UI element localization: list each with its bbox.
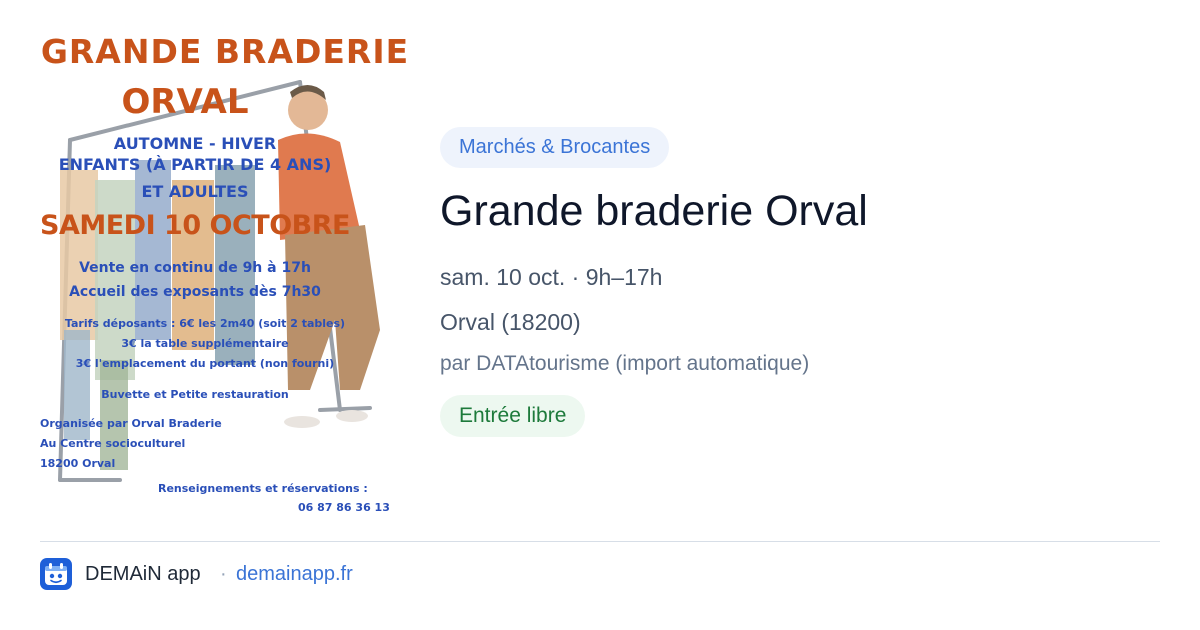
poster-season: AUTOMNE - HIVER	[113, 134, 277, 153]
demain-app-logo-icon	[40, 558, 72, 590]
site-link[interactable]: demainapp.fr	[236, 563, 353, 586]
footer-divider	[40, 541, 1160, 542]
poster-rates: Tarifs déposants : 6€ les 2m40 (soit 2 t…	[64, 317, 346, 330]
footer-separator: ·	[220, 563, 227, 585]
event-location: Orval (18200)	[440, 309, 581, 335]
price-badge: Entrée libre	[440, 395, 586, 437]
poster-refreshments: Buvette et Petite restauration	[101, 388, 289, 401]
poster-audience: ENFANTS (À PARTIR DE 4 ANS)	[58, 155, 332, 174]
event-poster-image: GRANDE BRADERIE ORVAL AUTOMNE - HIVER EN…	[40, 30, 410, 522]
event-source: par DATAtourisme (import automatique)	[440, 352, 810, 375]
event-title[interactable]: Grande braderie Orval	[440, 185, 868, 237]
poster-audience-adults: ET ADULTES	[141, 182, 249, 201]
poster-venue: Au Centre socioculturel	[40, 437, 186, 450]
event-datetime: sam. 10 oct. · 9h–17h	[440, 264, 663, 290]
poster-phone: 06 87 86 36 13	[298, 501, 390, 514]
poster-info-label: Renseignements et réservations :	[158, 482, 368, 495]
poster-extra-table: 3€ la table supplémentaire	[121, 337, 289, 350]
category-badge[interactable]: Marchés & Brocantes	[440, 127, 670, 168]
poster-date: SAMEDI 10 OCTOBRE	[40, 210, 350, 241]
poster-hours: Vente en continu de 9h à 17h	[79, 260, 311, 276]
poster-heading: GRANDE BRADERIE	[40, 32, 410, 71]
poster-city: ORVAL	[121, 82, 249, 122]
poster-rack: 3€ l'emplacement du portant (non fourni)	[75, 357, 335, 370]
app-name: DEMAiN app	[85, 563, 201, 585]
poster-exhibitors: Accueil des exposants dès 7h30	[69, 284, 321, 300]
poster-postcode: 18200 Orval	[40, 457, 116, 470]
poster-organizer: Organisée par Orval Braderie	[40, 417, 222, 430]
